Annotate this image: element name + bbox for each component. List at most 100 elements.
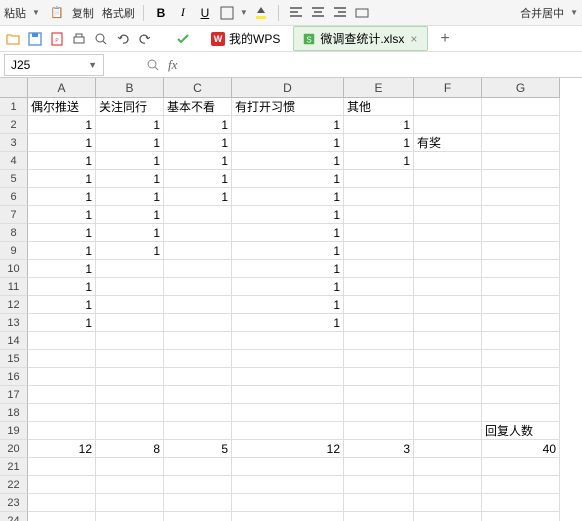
- cell[interactable]: [232, 494, 344, 512]
- cell[interactable]: 1: [164, 134, 232, 152]
- cell[interactable]: [414, 206, 482, 224]
- row-header[interactable]: 12: [0, 296, 28, 314]
- cell[interactable]: [414, 458, 482, 476]
- search-icon[interactable]: [144, 56, 162, 74]
- cell[interactable]: [482, 458, 560, 476]
- cell[interactable]: [164, 458, 232, 476]
- cell[interactable]: [482, 152, 560, 170]
- col-header[interactable]: F: [414, 78, 482, 98]
- bold-icon[interactable]: B: [152, 4, 170, 22]
- cell[interactable]: 1: [28, 296, 96, 314]
- cell[interactable]: [96, 314, 164, 332]
- cell[interactable]: [414, 476, 482, 494]
- cell[interactable]: 1: [232, 224, 344, 242]
- cell[interactable]: [482, 278, 560, 296]
- cell[interactable]: 1: [28, 242, 96, 260]
- row-header[interactable]: 19: [0, 422, 28, 440]
- cell[interactable]: [414, 440, 482, 458]
- cell[interactable]: [344, 170, 414, 188]
- cell[interactable]: [28, 350, 96, 368]
- cell[interactable]: [164, 422, 232, 440]
- copy-icon[interactable]: 📋: [48, 4, 66, 22]
- cell[interactable]: [96, 458, 164, 476]
- cell[interactable]: [164, 296, 232, 314]
- cell[interactable]: [28, 422, 96, 440]
- row-header[interactable]: 22: [0, 476, 28, 494]
- cell[interactable]: [28, 368, 96, 386]
- row-header[interactable]: 11: [0, 278, 28, 296]
- cell[interactable]: 1: [232, 242, 344, 260]
- cell[interactable]: [232, 368, 344, 386]
- cell[interactable]: 1: [96, 152, 164, 170]
- cell[interactable]: [164, 386, 232, 404]
- row-header[interactable]: 20: [0, 440, 28, 458]
- cell[interactable]: [232, 512, 344, 521]
- row-header[interactable]: 1: [0, 98, 28, 116]
- cell[interactable]: [96, 422, 164, 440]
- cell[interactable]: [232, 386, 344, 404]
- row-header[interactable]: 17: [0, 386, 28, 404]
- cell[interactable]: 1: [164, 170, 232, 188]
- cell[interactable]: 1: [344, 116, 414, 134]
- cell[interactable]: 1: [344, 134, 414, 152]
- col-header[interactable]: D: [232, 78, 344, 98]
- cell[interactable]: [96, 260, 164, 278]
- cell[interactable]: [414, 494, 482, 512]
- cell[interactable]: [28, 494, 96, 512]
- row-header[interactable]: 18: [0, 404, 28, 422]
- print-icon[interactable]: [70, 30, 88, 48]
- cell[interactable]: [232, 422, 344, 440]
- cell[interactable]: [164, 242, 232, 260]
- row-header[interactable]: 2: [0, 116, 28, 134]
- merge-center-label[interactable]: 合并居中: [520, 5, 564, 21]
- format-painter-label[interactable]: 格式刷: [102, 5, 135, 21]
- cell[interactable]: [164, 404, 232, 422]
- cell[interactable]: [414, 98, 482, 116]
- spreadsheet-grid[interactable]: ABCDEFG 12345678910111213141516171819202…: [0, 78, 582, 521]
- border-icon[interactable]: [218, 4, 236, 22]
- cell[interactable]: [96, 404, 164, 422]
- cell[interactable]: [414, 278, 482, 296]
- row-header[interactable]: 16: [0, 368, 28, 386]
- row-header[interactable]: 21: [0, 458, 28, 476]
- cell[interactable]: 1: [164, 116, 232, 134]
- cell[interactable]: 1: [232, 116, 344, 134]
- cell[interactable]: [344, 242, 414, 260]
- cell[interactable]: 1: [232, 314, 344, 332]
- cell[interactable]: [482, 134, 560, 152]
- row-header[interactable]: 14: [0, 332, 28, 350]
- cell[interactable]: [482, 404, 560, 422]
- cell[interactable]: 1: [96, 134, 164, 152]
- select-all-corner[interactable]: [0, 78, 28, 98]
- cell[interactable]: [344, 368, 414, 386]
- cell[interactable]: [482, 224, 560, 242]
- tab-mywps[interactable]: W 我的WPS: [202, 26, 289, 51]
- cell[interactable]: [482, 332, 560, 350]
- cell[interactable]: [28, 332, 96, 350]
- save-icon[interactable]: [26, 30, 44, 48]
- cell[interactable]: [482, 206, 560, 224]
- cell[interactable]: [482, 170, 560, 188]
- cell[interactable]: 1: [232, 134, 344, 152]
- cell[interactable]: [164, 332, 232, 350]
- cell[interactable]: [344, 296, 414, 314]
- cell[interactable]: [344, 260, 414, 278]
- tab-document[interactable]: S 微调查统计.xlsx ×: [293, 26, 428, 51]
- underline-icon[interactable]: U: [196, 4, 214, 22]
- pdf-icon[interactable]: P: [48, 30, 66, 48]
- add-tab-button[interactable]: +: [432, 30, 457, 48]
- cell[interactable]: [344, 422, 414, 440]
- cell[interactable]: [414, 512, 482, 521]
- row-header[interactable]: 23: [0, 494, 28, 512]
- cell[interactable]: 1: [28, 224, 96, 242]
- cell[interactable]: [96, 512, 164, 521]
- cell[interactable]: [96, 494, 164, 512]
- cell[interactable]: 1: [28, 152, 96, 170]
- cell[interactable]: [96, 350, 164, 368]
- italic-icon[interactable]: I: [174, 4, 192, 22]
- redo-icon[interactable]: [136, 30, 154, 48]
- cell[interactable]: [28, 458, 96, 476]
- col-header[interactable]: A: [28, 78, 96, 98]
- cell[interactable]: [96, 476, 164, 494]
- cell[interactable]: [482, 512, 560, 521]
